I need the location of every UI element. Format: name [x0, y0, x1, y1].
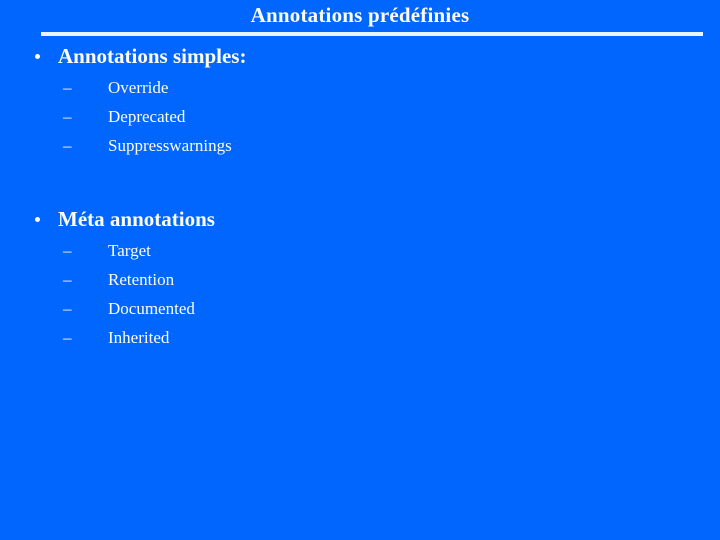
list-item: – Retention: [0, 265, 720, 294]
bullet-heading-label: Méta annotations: [58, 207, 215, 231]
list-item: – Override: [0, 73, 720, 102]
dash-marker-icon: –: [63, 136, 72, 155]
slide-body: Annotations simples: – Override – Deprec…: [0, 42, 720, 352]
bullet-heading-annotations-simples: Annotations simples:: [0, 42, 720, 72]
dash-marker-icon: –: [63, 328, 72, 347]
list-item: – Suppresswarnings: [0, 131, 720, 160]
bullet-dot-icon: [35, 54, 40, 59]
page-title: Annotations prédéfinies: [250, 3, 470, 27]
list-item: – Deprecated: [0, 102, 720, 131]
sub-bullet-list-annotations-simples: – Override – Deprecated – Suppresswarnin…: [0, 73, 720, 160]
list-item-label: Retention: [108, 270, 175, 289]
bullet-group-annotations-simples: Annotations simples: – Override – Deprec…: [0, 42, 720, 160]
sub-bullet-list-meta-annotations: – Target – Retention – Documented – Inhe…: [0, 236, 720, 352]
bullet-heading-meta-annotations: Méta annotations: [0, 205, 720, 235]
title-divider: [41, 32, 703, 36]
list-item: – Inherited: [0, 323, 720, 352]
list-item-label: Documented: [108, 299, 195, 318]
dash-marker-icon: –: [63, 107, 72, 126]
list-item-label: Override: [108, 78, 169, 97]
list-item: – Target: [0, 236, 720, 265]
dash-marker-icon: –: [63, 270, 72, 289]
bullet-heading-label: Annotations simples:: [58, 44, 247, 68]
dash-marker-icon: –: [63, 241, 72, 260]
list-item-label: Deprecated: [108, 107, 186, 126]
bullet-dot-icon: [35, 217, 40, 222]
dash-marker-icon: –: [63, 78, 72, 97]
list-item-label: Target: [108, 241, 151, 260]
list-item: – Documented: [0, 294, 720, 323]
list-item-label: Inherited: [108, 328, 170, 347]
list-item-label: Suppresswarnings: [108, 136, 232, 155]
dash-marker-icon: –: [63, 299, 72, 318]
bullet-group-meta-annotations: Méta annotations – Target – Retention – …: [0, 205, 720, 352]
slide-canvas: Annotations prédéfinies Annotations simp…: [0, 0, 720, 540]
